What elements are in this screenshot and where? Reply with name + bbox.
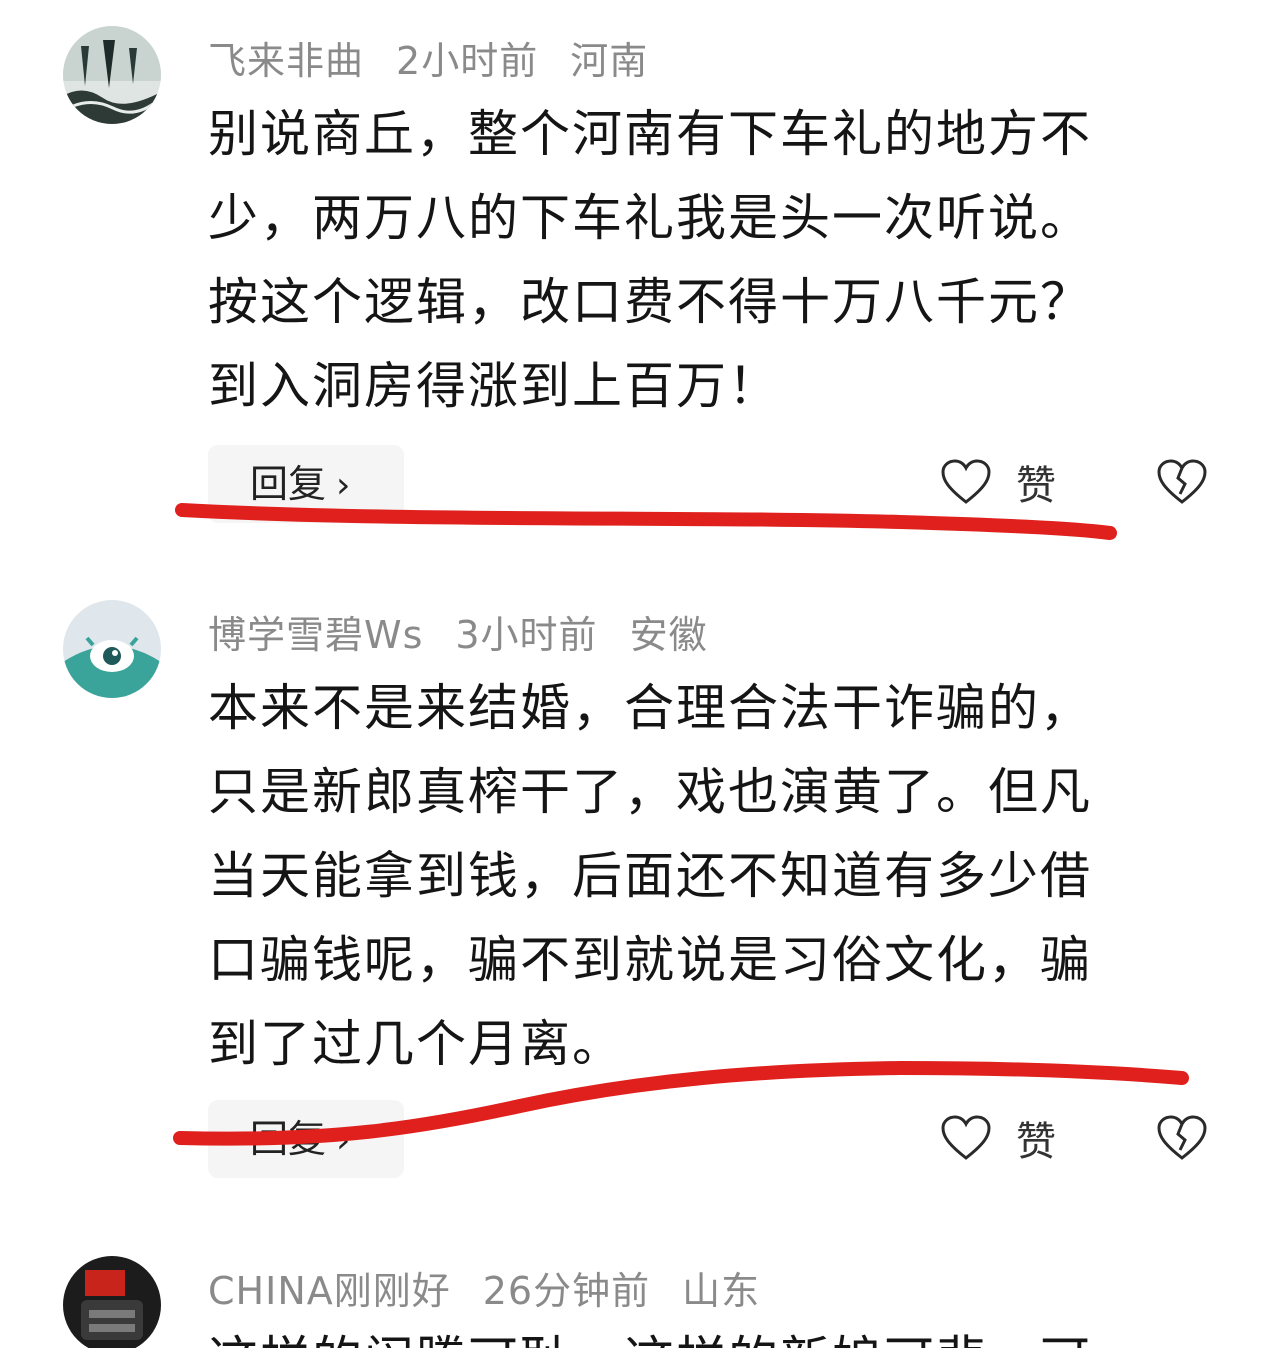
username[interactable]: 博学雪碧Ws	[208, 613, 423, 657]
heart-icon	[941, 459, 991, 504]
username[interactable]: CHINA刚刚好	[208, 1269, 451, 1313]
broken-heart-icon	[1157, 1115, 1207, 1160]
username[interactable]: 飞来非曲	[208, 39, 364, 83]
avatar[interactable]	[63, 600, 161, 698]
comment-line: 口骗钱呢，骗不到就说是习俗文化，骗	[208, 931, 1092, 989]
comment-meta: 博学雪碧Ws 3小时前 安徽	[208, 604, 740, 659]
comment-line: 少，两万八的下车礼我是头一次听说。	[208, 189, 1092, 247]
like-button[interactable]: 赞	[940, 452, 1056, 512]
avatar-image-icon	[63, 26, 161, 124]
comment-line: 只是新郎真榨干了，戏也演黄了。但凡	[208, 763, 1092, 821]
comment-meta: CHINA刚刚好 26分钟前 山东	[208, 1260, 792, 1315]
comment-line: 本来不是来结婚，合理合法干诈骗的，	[208, 679, 1092, 737]
location: 山东	[682, 1269, 761, 1313]
comment-line: 别说商丘，整个河南有下车礼的地方不	[208, 105, 1092, 163]
like-button[interactable]: 赞	[940, 1108, 1056, 1168]
reply-button[interactable]: 回复 ›	[208, 445, 404, 523]
avatar-image-icon	[63, 600, 161, 698]
comment-meta: 飞来非曲 2小时前 河南	[208, 30, 680, 85]
location: 河南	[570, 39, 649, 83]
timestamp: 26分钟前	[482, 1269, 651, 1313]
chevron-right-icon: ›	[336, 1120, 351, 1161]
location: 安徽	[629, 613, 708, 657]
comment-text: 这样的闹腾可耻，这样的新娘可悲，可	[208, 1320, 1092, 1348]
like-label: 赞	[1016, 463, 1056, 509]
dislike-button[interactable]	[1156, 1114, 1208, 1166]
comment-line: 当天能拿到钱，后面还不知道有多少借	[208, 847, 1092, 905]
comment-line: 按这个逻辑，改口费不得十万八千元？	[208, 273, 1092, 331]
comment-line: 到了过几个月离。	[208, 1015, 624, 1073]
reply-label: 回复	[250, 1117, 327, 1161]
heart-icon	[941, 1115, 991, 1160]
avatar[interactable]	[63, 26, 161, 124]
like-label: 赞	[1016, 1119, 1056, 1165]
comment-line: 到入洞房得涨到上百万！	[208, 357, 780, 415]
avatar-image-icon	[63, 1256, 161, 1348]
reply-label: 回复	[250, 462, 327, 506]
avatar[interactable]	[63, 1256, 161, 1348]
broken-heart-icon	[1157, 459, 1207, 504]
comment-text: 本来不是来结婚，合理合法干诈骗的， 只是新郎真榨干了，戏也演黄了。但凡 当天能拿…	[208, 666, 1198, 1086]
timestamp: 2小时前	[396, 39, 539, 83]
dislike-button[interactable]	[1156, 458, 1208, 510]
comment-text: 别说商丘，整个河南有下车礼的地方不 少，两万八的下车礼我是头一次听说。 按这个逻…	[208, 92, 1198, 428]
reply-button[interactable]: 回复 ›	[208, 1100, 404, 1178]
timestamp: 3小时前	[455, 613, 598, 657]
chevron-right-icon: ›	[336, 465, 351, 506]
